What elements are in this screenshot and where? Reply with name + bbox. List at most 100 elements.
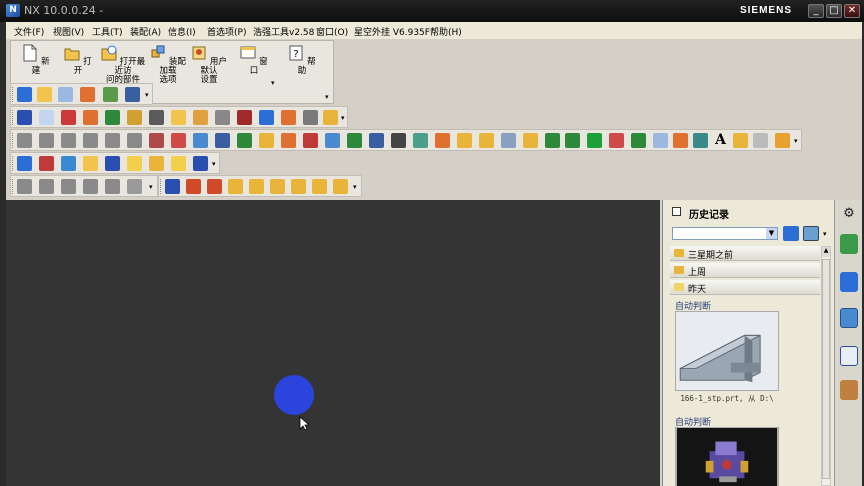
scroll-thumb[interactable] [822,259,830,479]
list-order-icon[interactable] [193,156,208,171]
machine-icon[interactable] [391,133,406,148]
scroll-up-icon[interactable]: ▲ [822,247,830,257]
history-pin-checkbox[interactable] [672,207,681,216]
stack-icon[interactable] [413,133,428,148]
window-dropdown-icon[interactable]: ▾ [271,79,275,87]
tool-green-icon[interactable] [105,110,120,125]
teal-tool-icon[interactable] [693,133,708,148]
component-icon[interactable] [37,87,52,102]
trim-icon[interactable] [149,133,164,148]
check-icon[interactable] [631,133,646,148]
new-button[interactable]: 新建 [21,44,51,76]
sync-4-icon[interactable] [83,179,98,194]
boss-icon[interactable] [83,133,98,148]
open-button[interactable]: 打开 [63,44,93,76]
history-thumbnail-part[interactable] [675,311,779,391]
constraint-navigator-tab-icon[interactable] [840,272,858,292]
history-group-three-weeks[interactable]: 三星期之前 [670,246,820,261]
row5a-dropdown-icon[interactable]: ▾ [149,183,153,191]
tool-orange-icon[interactable] [83,110,98,125]
note-icon[interactable] [127,156,142,171]
user-defaults-button[interactable]: 用户默认 设置 [189,44,229,85]
layers-icon[interactable] [61,156,76,171]
arrow-down-icon[interactable] [207,179,222,194]
folder-tool-icon[interactable] [171,110,186,125]
drafting-icon[interactable] [39,110,54,125]
chamfer-icon[interactable] [281,133,296,148]
edge-3-icon[interactable] [270,179,285,194]
tool-9-icon[interactable] [215,110,230,125]
history-group-yesterday[interactable]: 昨天 [670,280,820,295]
kc-icon[interactable] [303,133,318,148]
row3-dropdown-icon[interactable]: ▾ [794,137,798,145]
history-group-last-week[interactable]: 上周 [670,263,820,278]
menu-information[interactable]: 信息(I) [168,25,196,38]
monitor-icon[interactable] [105,156,120,171]
shell-icon[interactable] [523,133,538,148]
web-browser-tab-icon[interactable] [840,308,858,328]
sync-3-icon[interactable] [61,179,76,194]
tool-13-icon[interactable] [303,110,318,125]
pmt-icon[interactable] [369,133,384,148]
inch-mm-icon[interactable] [39,156,54,171]
menu-help[interactable]: 帮助(H) [430,25,462,38]
pen-icon[interactable] [775,133,790,148]
menu-xingkong-plugin[interactable]: 星空外挂 V6.935F [354,25,430,38]
toolbar-overflow-icon[interactable]: ▾ [325,93,329,101]
folder-icon[interactable] [83,156,98,171]
wave-icon[interactable] [165,179,180,194]
green-tool-1-icon[interactable] [545,133,560,148]
cube-blue-icon[interactable] [653,133,668,148]
menu-haoqiang-tools[interactable]: 浩强工具v2.58 [253,25,314,38]
sync-5-icon[interactable] [105,179,120,194]
link-icon[interactable] [435,133,450,148]
history-scrollbar[interactable]: ▲ [821,246,831,486]
cube-icon[interactable] [259,133,274,148]
list-settings-icon[interactable] [125,87,140,102]
pmi-icon[interactable] [17,110,32,125]
spark-icon[interactable] [457,133,472,148]
extrude-icon[interactable] [17,133,32,148]
history-clock-icon[interactable] [840,346,858,366]
close-button[interactable]: ✕ [844,4,860,18]
tube-icon[interactable] [501,133,516,148]
sync-2-icon[interactable] [39,179,54,194]
curve-icon[interactable] [609,133,624,148]
tool-yellow-icon[interactable] [127,110,142,125]
maximize-button[interactable]: □ [826,4,842,18]
grey-tool-icon[interactable] [753,133,768,148]
sketch-icon[interactable] [17,156,32,171]
edge-5-icon[interactable] [312,179,327,194]
arrow-up-icon[interactable] [186,179,201,194]
tool-red-icon[interactable] [61,110,76,125]
menu-window[interactable]: 窗口(O) [316,25,348,38]
tool-11-icon[interactable] [259,110,274,125]
tool-10-icon[interactable] [237,110,252,125]
revolve-icon[interactable] [39,133,54,148]
tool-8-icon[interactable] [193,110,208,125]
moon-icon[interactable] [171,156,186,171]
part-navigator-tab-icon[interactable] [840,234,858,254]
part-navigator-icon[interactable] [17,87,32,102]
window-button[interactable]: 窗口 [239,44,269,76]
tool-12-icon[interactable] [281,110,296,125]
menu-tools[interactable]: 工具(T) [92,25,123,38]
roles-tab-icon[interactable] [840,380,858,400]
menu-file[interactable]: 文件(F) [14,25,44,38]
bear-icon[interactable] [149,110,164,125]
menu-view[interactable]: 视图(V) [53,25,84,38]
green-block-icon[interactable] [587,133,602,148]
magic-icon[interactable] [733,133,748,148]
row2-dropdown-icon[interactable]: ▾ [341,114,345,122]
open-recent-button[interactable]: 打开最近访 问的部件 [99,44,147,85]
circle-icon[interactable] [171,133,186,148]
text-tool-icon[interactable]: A [713,133,728,148]
help-button[interactable]: ? 帮助 [287,44,317,76]
edge-2-icon[interactable] [249,179,264,194]
edge-1-icon[interactable] [228,179,243,194]
row4-dropdown-icon[interactable]: ▾ [212,160,216,168]
menu-preferences[interactable]: 首选项(P) [207,25,246,38]
calculator-icon[interactable] [149,156,164,171]
row5b-dropdown-icon[interactable]: ▾ [353,183,357,191]
layer-settings-icon[interactable] [103,87,118,102]
